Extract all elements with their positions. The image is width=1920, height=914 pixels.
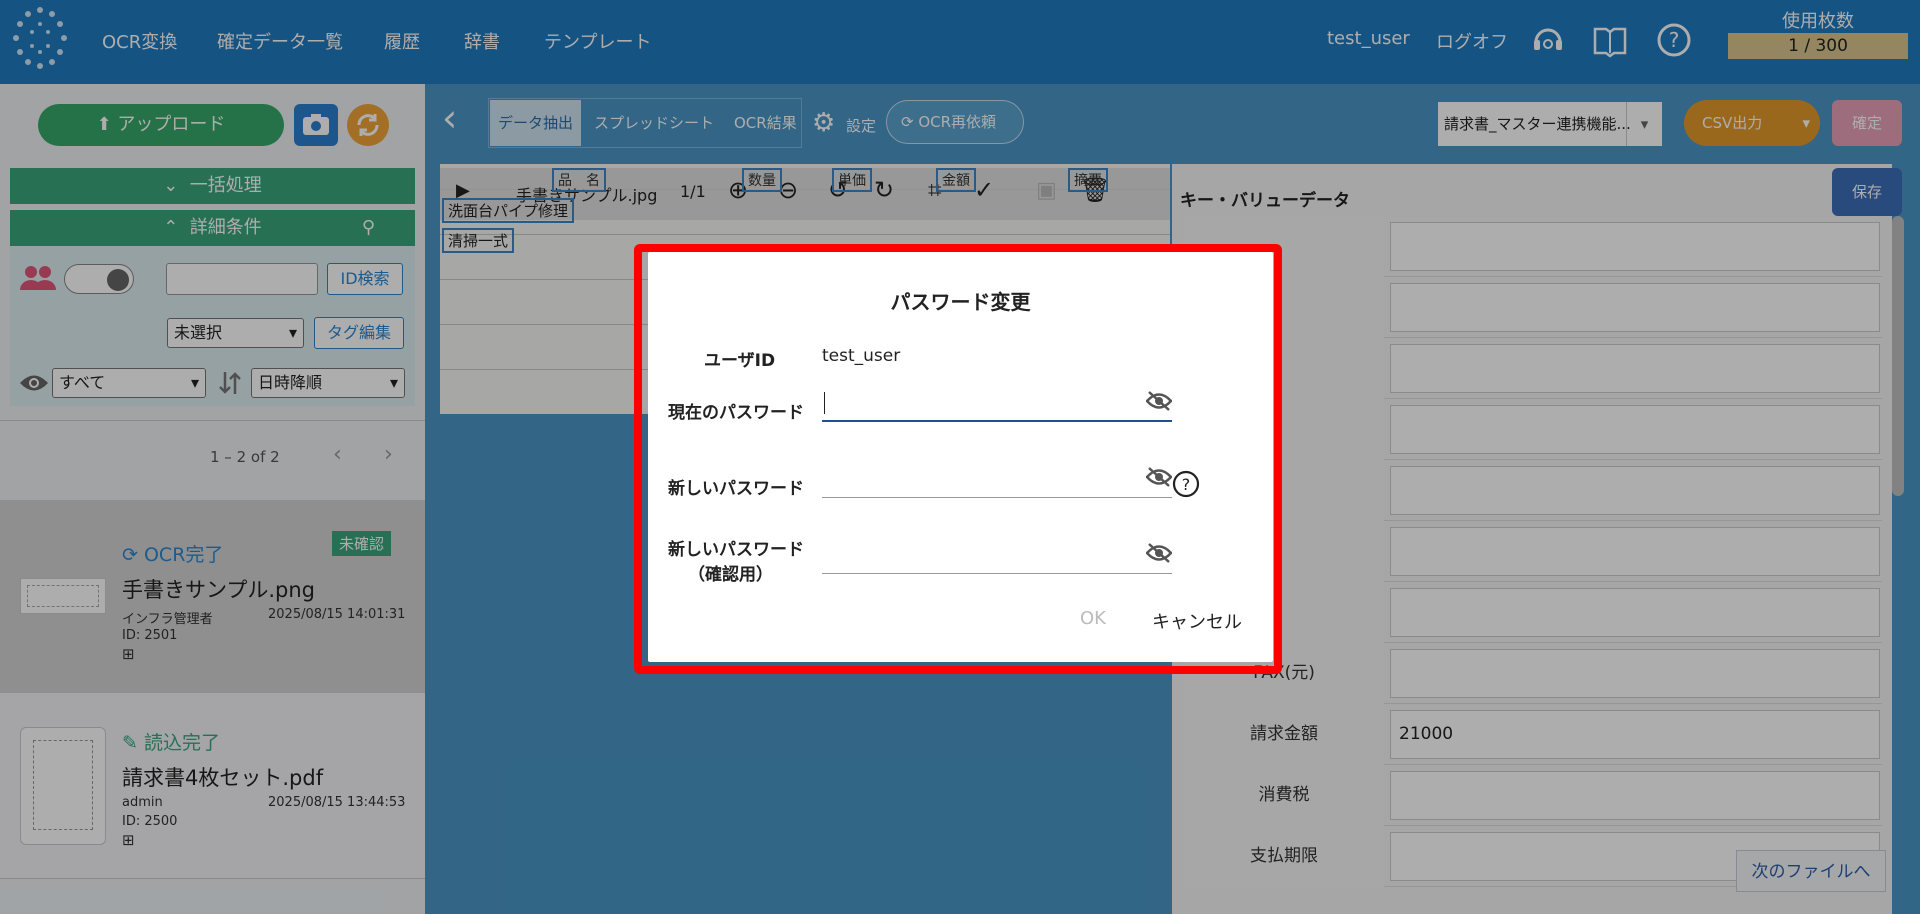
new-password-input[interactable] — [822, 458, 1172, 498]
current-password-input[interactable] — [822, 382, 1172, 422]
confirm-password-label: 新しいパスワード — [668, 540, 804, 560]
userid-label: ユーザID — [704, 351, 776, 371]
cancel-button[interactable]: キャンセル — [1152, 608, 1242, 634]
ok-button[interactable]: OK — [1080, 608, 1106, 629]
visibility-off-icon[interactable] — [1146, 542, 1172, 564]
userid-value: test_user — [822, 346, 901, 366]
dialog-title: パスワード変更 — [890, 290, 1031, 314]
help-icon[interactable]: ? — [1172, 470, 1200, 498]
confirm-password-sublabel: （確認用） — [688, 565, 773, 585]
current-password-label: 現在のパスワード — [668, 403, 804, 423]
visibility-off-icon[interactable] — [1146, 466, 1172, 488]
password-change-dialog: パスワード変更 ユーザID test_user 現在のパスワード 新しいパスワー… — [648, 252, 1273, 662]
visibility-off-icon[interactable] — [1146, 390, 1172, 412]
svg-text:?: ? — [1182, 475, 1191, 494]
confirm-password-input[interactable] — [822, 534, 1172, 574]
new-password-label: 新しいパスワード — [668, 479, 804, 499]
